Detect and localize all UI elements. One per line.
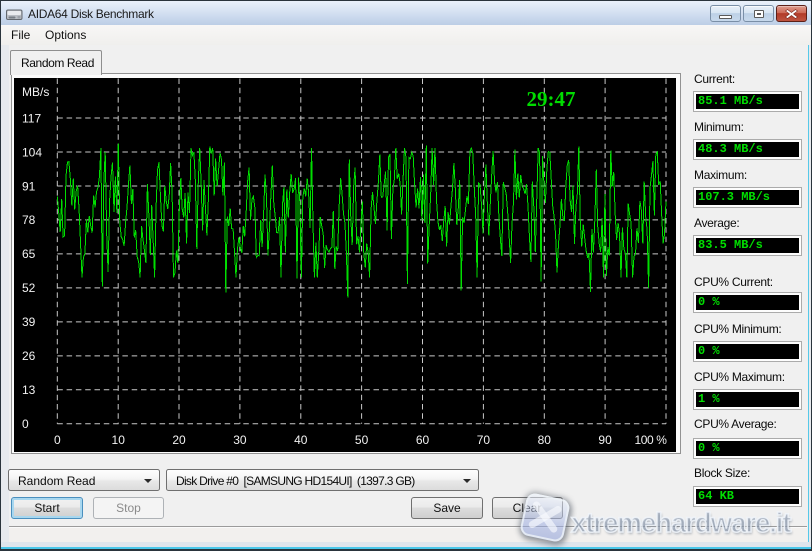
svg-text:80: 80 [538,432,552,446]
svg-text:26: 26 [22,349,36,363]
svg-text:30: 30 [233,432,247,446]
svg-text:0: 0 [54,432,61,446]
svg-text:60: 60 [416,432,430,446]
svg-text:13: 13 [22,383,36,397]
svg-text:70: 70 [477,432,491,446]
svg-text:78: 78 [22,213,36,227]
svg-text:0: 0 [22,417,29,431]
svg-text:90: 90 [598,432,612,446]
svg-text:29:47: 29:47 [527,87,576,111]
svg-text:104: 104 [22,145,42,159]
svg-text:40: 40 [294,432,308,446]
svg-text:20: 20 [172,432,186,446]
svg-text:39: 39 [22,315,36,329]
svg-text:65: 65 [22,247,36,261]
svg-text:91: 91 [22,179,36,193]
svg-text:52: 52 [22,281,36,295]
svg-text:50: 50 [355,432,369,446]
svg-text:10: 10 [112,432,126,446]
svg-text:MB/s: MB/s [22,85,49,99]
svg-text:117: 117 [22,111,41,125]
svg-text:100 %: 100 % [634,432,667,446]
